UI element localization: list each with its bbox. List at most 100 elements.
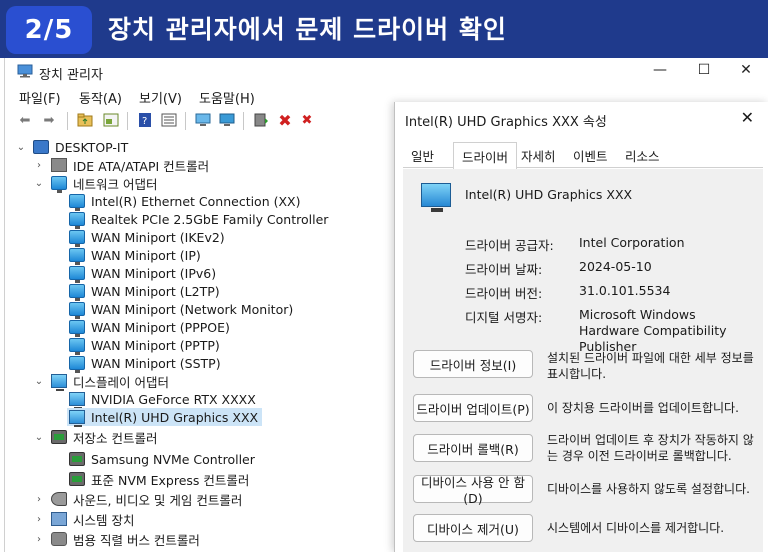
tree-item-device[interactable]: WAN Miniport (PPPOE) [69,318,230,337]
window-title: 장치 관리자 [39,68,103,83]
device-name: Intel(R) UHD Graphics XXX [465,187,633,202]
tree-item-label: Intel(R) UHD Graphics XXX [91,409,259,425]
tree-item-label: WAN Miniport (PPTP) [91,337,220,353]
tree-item-network[interactable]: ⌄ 네트워크 어댑터 [33,174,157,193]
tab-general[interactable]: 일반 [411,146,434,165]
tree-item-label: 시스템 장치 [73,512,135,528]
dialog-close-button[interactable]: ✕ [741,108,754,127]
tree-item-label: Realtek PCIe 2.5GbE Family Controller [91,211,329,227]
tree-item-label: WAN Miniport (Network Monitor) [91,301,294,317]
chevron-down-icon[interactable]: ⌄ [33,376,45,387]
network-adapter-icon [69,212,85,229]
toolbar-separator [67,112,68,130]
rollback-driver-desc: 드라이버 업데이트 후 장치가 작동하지 않는 경우 이전 드라이버로 롤백합니… [547,433,754,463]
tree-item-label: WAN Miniport (PPPOE) [91,319,230,335]
chevron-down-icon[interactable]: ⌄ [33,432,45,443]
tree-item-label: 저장소 컨트롤러 [73,430,158,446]
title-bar: 장치 관리자 — ☐ ✕ [5,58,768,86]
provider-value: Intel Corporation [579,235,685,250]
tree-item-storage[interactable]: ⌄ 저장소 컨트롤러 [33,428,157,446]
chevron-down-icon[interactable]: ⌄ [33,178,45,189]
tree-item-ide[interactable]: › IDE ATA/ATAPI 컨트롤러 [33,156,209,174]
tab-events[interactable]: 이벤트 [573,146,608,165]
network-adapter-icon [51,176,67,193]
monitor-icon[interactable] [217,111,237,129]
uninstall-x-icon[interactable]: ✖ [275,111,295,130]
tree-item-display[interactable]: ⌄ 디스플레이 어댑터 [33,372,169,391]
date-value: 2024-05-10 [579,259,652,274]
minimize-button[interactable]: — [645,62,675,82]
network-adapter-icon [69,266,85,283]
back-arrow-icon[interactable]: ⬅ [15,111,35,129]
toolbar-separator [127,112,128,130]
uninstall-device-button[interactable]: 디바이스 제거(U) [413,514,533,542]
svg-text:?: ? [142,116,147,127]
driver-details-desc: 설치된 드라이버 파일에 대한 세부 정보를 표시합니다. [547,351,754,381]
chevron-right-icon[interactable]: › [33,160,45,171]
tree-root[interactable]: ⌄ DESKTOP-IT [15,138,128,156]
update-driver-button[interactable]: 드라이버 업데이트(P) [413,394,533,422]
tree-item-system[interactable]: › 시스템 장치 [33,510,134,528]
tree-item-device[interactable]: Intel(R) Ethernet Connection (XX) [69,192,301,211]
chevron-right-icon[interactable]: › [33,534,45,545]
tree-item-label: WAN Miniport (IKEv2) [91,229,225,245]
menu-view[interactable]: 보기(V) [139,88,182,107]
forward-arrow-icon[interactable]: ➡ [39,111,59,129]
sound-icon [51,492,67,506]
tab-driver[interactable]: 드라이버 [453,142,518,171]
tab-resources[interactable]: 리소스 [625,146,660,165]
close-button[interactable]: ✕ [731,62,761,82]
display-adapter-icon [69,410,85,427]
chevron-right-icon[interactable]: › [33,494,45,505]
tree-item-device[interactable]: WAN Miniport (SSTP) [69,354,221,373]
menu-action[interactable]: 동작(A) [79,88,122,107]
tree-item-device[interactable]: WAN Miniport (IPv6) [69,264,217,283]
tree-item-label: WAN Miniport (IPv6) [91,265,217,281]
menu-help[interactable]: 도움말(H) [199,88,255,107]
tree-item-label: Intel(R) Ethernet Connection (XX) [91,193,301,209]
tree-item-device[interactable]: WAN Miniport (IKEv2) [69,228,225,247]
tree-item-device[interactable]: 표준 NVM Express 컨트롤러 [69,470,249,488]
tab-details[interactable]: 자세히 [521,146,556,165]
signer-label: 디지털 서명자: [465,310,543,325]
banner-title: 장치 관리자에서 문제 드라이버 확인 [108,15,507,44]
tree-item-device[interactable]: NVIDIA GeForce RTX XXXX [69,390,256,409]
version-value: 31.0.101.5534 [579,283,671,298]
folder-up-icon[interactable] [75,111,95,129]
tree-item-device[interactable]: WAN Miniport (IP) [69,246,201,265]
network-adapter-icon [69,338,85,355]
tree-item-device[interactable]: WAN Miniport (L2TP) [69,282,220,301]
update-driver-icon[interactable] [251,111,271,129]
rollback-driver-button[interactable]: 드라이버 롤백(R) [413,434,533,462]
network-adapter-icon [69,302,85,319]
driver-details-button[interactable]: 드라이버 정보(I) [413,350,533,378]
tree-item-label: 표준 NVM Express 컨트롤러 [91,472,250,488]
properties-sheet-icon[interactable] [101,111,121,129]
tree-item-device[interactable]: Realtek PCIe 2.5GbE Family Controller [69,210,329,229]
tree-item-sound[interactable]: › 사운드, 비디오 및 게임 컨트롤러 [33,490,242,508]
network-adapter-icon [69,194,85,211]
tree-item-selected[interactable]: Intel(R) UHD Graphics XXX [67,408,263,427]
help-icon[interactable]: ? [135,111,155,129]
maximize-button[interactable]: ☐ [689,62,719,82]
tree-item-device[interactable]: Samsung NVMe Controller [69,450,255,468]
disable-device-desc: 디바이스를 사용하지 않도록 설정합니다. [547,482,750,496]
tree-item-label: WAN Miniport (IP) [91,247,201,263]
computer-icon [33,140,49,154]
device-manager-icon [17,64,33,78]
tree-item-device[interactable]: WAN Miniport (Network Monitor) [69,300,294,319]
view-list-icon[interactable] [159,111,179,129]
disable-device-button[interactable]: 디바이스 사용 안 함(D) [413,475,533,506]
chevron-right-icon[interactable]: › [33,514,45,525]
scan-hardware-icon[interactable] [193,111,213,129]
menu-file[interactable]: 파일(F) [19,88,61,107]
tree-item-device[interactable]: WAN Miniport (PPTP) [69,336,220,355]
disable-device-icon[interactable]: ✖ [297,111,317,129]
chevron-down-icon[interactable]: ⌄ [15,142,27,153]
tree-item-usb[interactable]: › 범용 직렬 버스 컨트롤러 [33,530,200,548]
usb-controller-icon [51,532,67,546]
toolbar-separator [243,112,244,130]
tree-item-label: 범용 직렬 버스 컨트롤러 [73,532,200,548]
network-adapter-icon [69,356,85,373]
tree-item-label: WAN Miniport (L2TP) [91,283,220,299]
